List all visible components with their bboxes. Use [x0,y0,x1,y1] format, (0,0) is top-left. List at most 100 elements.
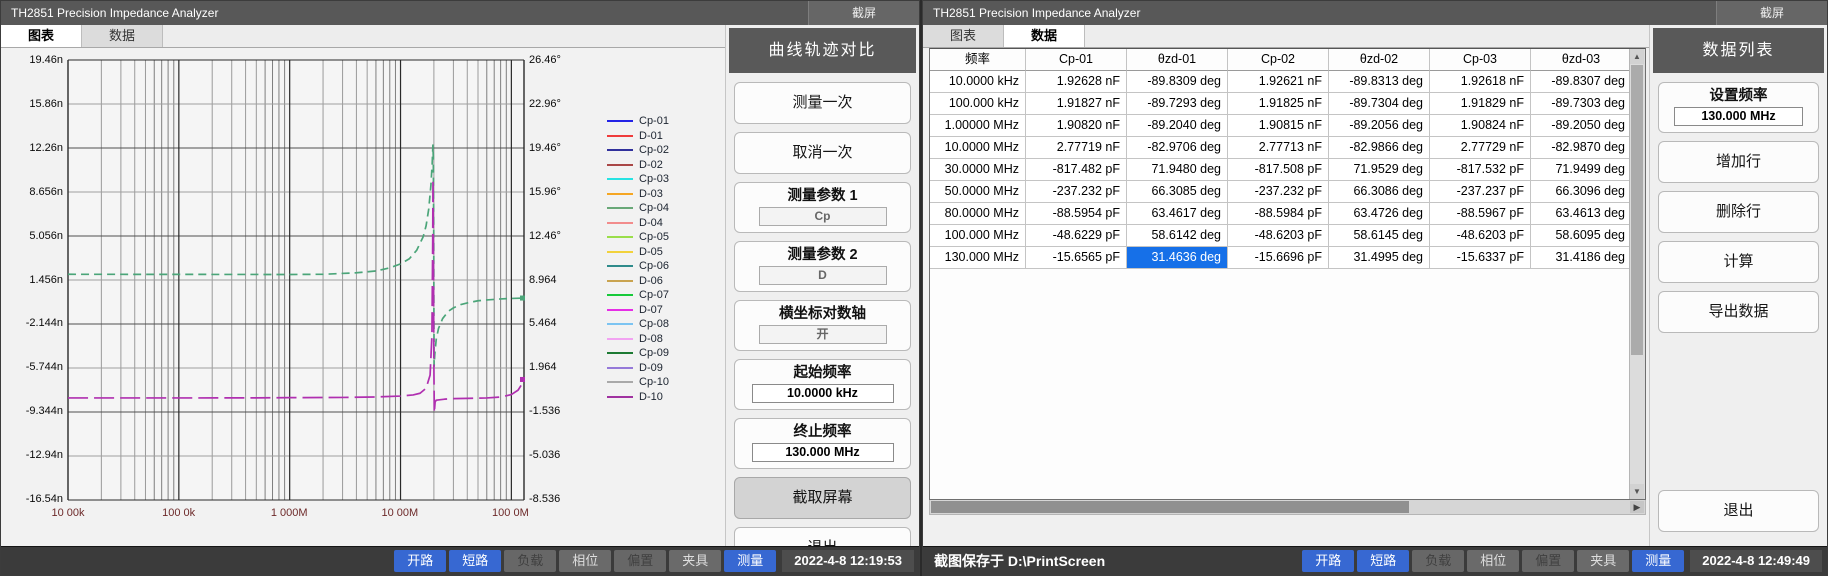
bias-status-button[interactable]: 偏置 [1522,550,1574,572]
table-cell[interactable]: 66.3085 deg [1127,181,1228,203]
measure-param-2-value[interactable]: D [759,266,887,285]
table-cell[interactable]: 31.4995 deg [1329,247,1430,269]
table-cell[interactable]: -89.7293 deg [1127,93,1228,115]
start-frequency-field[interactable]: 起始频率10.0000 kHz [734,359,911,410]
measure-param-2-field[interactable]: 测量参数 2D [734,241,911,292]
delete-row-button[interactable]: 删除行 [1658,191,1819,233]
table-cell[interactable]: 58.6145 deg [1329,225,1430,247]
table-cell[interactable]: 1.92618 nF [1430,71,1531,93]
fixture-status-button[interactable]: 夹具 [1577,550,1629,572]
table-cell[interactable]: 2.77729 nF [1430,137,1531,159]
horizontal-scroll-thumb[interactable] [931,501,1409,513]
table-cell[interactable]: 10.0000 kHz [930,71,1026,93]
screenshot-button[interactable]: 截屏 [1716,1,1827,25]
vertical-scrollbar[interactable]: ▲ ▼ [1629,49,1645,499]
short-circuit-status-button[interactable]: 短路 [449,550,501,572]
measure-status-button[interactable]: 测量 [1632,550,1684,572]
table-cell[interactable]: -15.6337 pF [1430,247,1531,269]
table-cell[interactable]: 2.77713 nF [1228,137,1329,159]
table-cell[interactable]: -89.7304 deg [1329,93,1430,115]
table-cell[interactable]: -89.2050 deg [1531,115,1632,137]
table-cell[interactable]: -15.6565 pF [1026,247,1127,269]
table-cell[interactable]: -48.6203 pF [1228,225,1329,247]
table-cell[interactable]: 1.92628 nF [1026,71,1127,93]
table-cell[interactable]: 80.0000 MHz [930,203,1026,225]
table-cell[interactable]: -82.9866 deg [1329,137,1430,159]
table-cell[interactable]: 66.3096 deg [1531,181,1632,203]
load-status-button[interactable]: 负载 [1412,550,1464,572]
table-cell[interactable]: -82.9706 deg [1127,137,1228,159]
table-cell[interactable]: 58.6142 deg [1127,225,1228,247]
x-axis-log-value[interactable]: 开 [759,325,887,344]
table-cell[interactable]: -237.232 pF [1026,181,1127,203]
x-axis-log-field[interactable]: 横坐标对数轴开 [734,300,911,351]
measure-once-button[interactable]: 测量一次 [734,82,911,124]
table-cell[interactable]: 100.000 kHz [930,93,1026,115]
table-cell[interactable]: -88.5984 pF [1228,203,1329,225]
table-cell[interactable]: 66.3086 deg [1329,181,1430,203]
capture-screen-button[interactable]: 截取屏幕 [734,477,911,519]
bias-status-button[interactable]: 偏置 [614,550,666,572]
table-cell[interactable]: -817.482 pF [1026,159,1127,181]
tab-data[interactable]: 数据 [82,25,163,47]
table-cell[interactable]: 1.91829 nF [1430,93,1531,115]
table-cell[interactable]: -237.232 pF [1228,181,1329,203]
tab-data[interactable]: 数据 [1004,25,1085,47]
phase-status-button[interactable]: 相位 [559,550,611,572]
table-cell[interactable]: 1.91825 nF [1228,93,1329,115]
stop-frequency-value[interactable]: 130.000 MHz [752,443,894,462]
table-cell[interactable]: -817.532 pF [1430,159,1531,181]
table-cell[interactable]: 130.000 MHz [930,247,1026,269]
phase-status-button[interactable]: 相位 [1467,550,1519,572]
scroll-down-icon[interactable]: ▼ [1630,484,1644,499]
table-cell[interactable]: 58.6095 deg [1531,225,1632,247]
tab-chart[interactable]: 图表 [923,25,1004,47]
table-cell[interactable]: 10.0000 MHz [930,137,1026,159]
table-cell[interactable]: 63.4617 deg [1127,203,1228,225]
table-cell[interactable]: -817.508 pF [1228,159,1329,181]
table-cell[interactable]: 71.9499 deg [1531,159,1632,181]
export-data-button[interactable]: 导出数据 [1658,291,1819,333]
table-cell[interactable]: 30.0000 MHz [930,159,1026,181]
cancel-once-button[interactable]: 取消一次 [734,132,911,174]
short-circuit-status-button[interactable]: 短路 [1357,550,1409,572]
start-frequency-value[interactable]: 10.0000 kHz [752,384,894,403]
table-cell[interactable]: 1.91827 nF [1026,93,1127,115]
tab-chart[interactable]: 图表 [1,25,82,47]
calculate-button[interactable]: 计算 [1658,241,1819,283]
table-cell[interactable]: -15.6696 pF [1228,247,1329,269]
table-cell[interactable]: -89.2040 deg [1127,115,1228,137]
table-cell[interactable]: -89.7303 deg [1531,93,1632,115]
scroll-up-icon[interactable]: ▲ [1630,49,1644,64]
stop-frequency-field[interactable]: 终止频率130.000 MHz [734,418,911,469]
screenshot-button[interactable]: 截屏 [808,1,919,25]
table-cell[interactable]: 1.90820 nF [1026,115,1127,137]
scroll-right-icon[interactable]: ▶ [1630,501,1644,513]
table-cell[interactable]: -48.6229 pF [1026,225,1127,247]
fixture-status-button[interactable]: 夹具 [669,550,721,572]
horizontal-scrollbar[interactable]: ▶ [929,500,1646,515]
table-cell[interactable]: -89.8309 deg [1127,71,1228,93]
measure-param-1-value[interactable]: Cp [759,207,887,226]
measure-status-button[interactable]: 测量 [724,550,776,572]
table-cell[interactable]: -48.6203 pF [1430,225,1531,247]
table-cell[interactable]: 50.0000 MHz [930,181,1026,203]
table-cell[interactable]: 31.4186 deg [1531,247,1632,269]
set-frequency-value[interactable]: 130.000 MHz [1674,107,1803,126]
table-cell[interactable]: -237.237 pF [1430,181,1531,203]
table-cell[interactable]: -88.5967 pF [1430,203,1531,225]
table-cell[interactable]: 1.90815 nF [1228,115,1329,137]
open-circuit-status-button[interactable]: 开路 [1302,550,1354,572]
vertical-scroll-thumb[interactable] [1631,65,1643,355]
table-cell[interactable]: 100.000 MHz [930,225,1026,247]
table-cell[interactable]: 1.90824 nF [1430,115,1531,137]
table-cell[interactable]: 63.4613 deg [1531,203,1632,225]
table-cell[interactable]: -82.9870 deg [1531,137,1632,159]
table-cell[interactable]: -89.8313 deg [1329,71,1430,93]
open-circuit-status-button[interactable]: 开路 [394,550,446,572]
table-cell[interactable]: -89.2056 deg [1329,115,1430,137]
table-cell[interactable]: 71.9480 deg [1127,159,1228,181]
table-cell[interactable]: 2.77719 nF [1026,137,1127,159]
measure-param-1-field[interactable]: 测量参数 1Cp [734,182,911,233]
load-status-button[interactable]: 负载 [504,550,556,572]
